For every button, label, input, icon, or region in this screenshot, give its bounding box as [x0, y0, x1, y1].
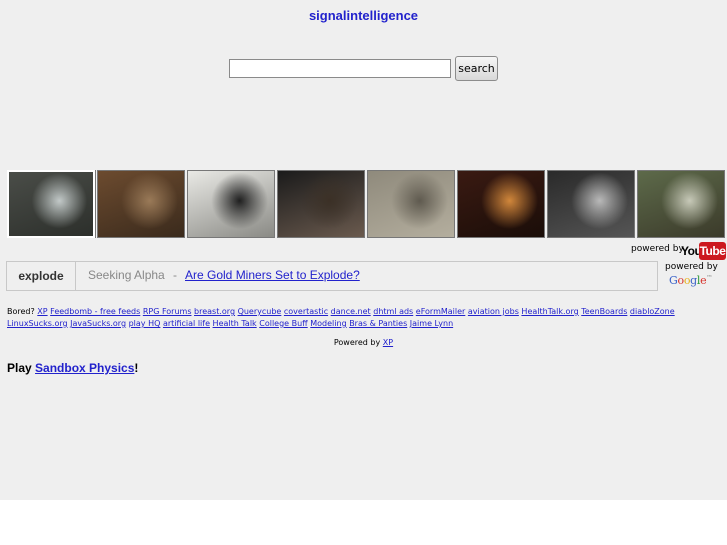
- video-thumbnail[interactable]: [277, 170, 365, 238]
- page-background: signalintelligence search powered by You…: [0, 0, 727, 500]
- news-separator: -: [173, 268, 177, 282]
- youtube-logo-icon[interactable]: You Tube: [680, 242, 726, 260]
- partner-link[interactable]: Jaime Lynn: [410, 319, 453, 328]
- play-prefix: Play: [7, 361, 32, 375]
- play-suffix: !: [134, 361, 139, 375]
- powered-by-xp: Powered by XP: [0, 338, 727, 347]
- google-logo-icon[interactable]: Google™: [669, 274, 712, 287]
- partner-link[interactable]: Modeling: [310, 319, 346, 328]
- links-prefix: Bored?: [7, 307, 35, 316]
- video-thumbnail-strip: [7, 170, 727, 238]
- partner-link[interactable]: dance.net: [331, 307, 371, 316]
- partner-link[interactable]: LinuxSucks.org: [7, 319, 68, 328]
- search-input[interactable]: [229, 59, 451, 78]
- news-headline-link[interactable]: Are Gold Miners Set to Explode?: [185, 262, 360, 289]
- partner-link[interactable]: RPG Forums: [143, 307, 192, 316]
- partner-link[interactable]: breast.org: [194, 307, 235, 316]
- search-button[interactable]: search: [455, 56, 498, 81]
- partner-link[interactable]: TeenBoards: [581, 307, 627, 316]
- powered-by-label: powered by: [665, 262, 718, 272]
- thumbnail-image: [9, 172, 93, 236]
- play-line: Play Sandbox Physics!: [7, 361, 138, 375]
- thumbnail-image: [98, 171, 184, 237]
- site-title[interactable]: signalintelligence: [0, 8, 727, 23]
- partner-link[interactable]: dhtml ads: [373, 307, 413, 316]
- partner-link[interactable]: Health Talk: [213, 319, 257, 328]
- xp-link[interactable]: XP: [383, 338, 393, 347]
- partner-link[interactable]: College Buff: [259, 319, 307, 328]
- partner-link[interactable]: play HQ: [129, 319, 161, 328]
- video-thumbnail[interactable]: [457, 170, 545, 238]
- partner-links: Bored? XP Feedbomb - free feeds RPG Foru…: [7, 306, 723, 330]
- thumbnail-image: [368, 171, 454, 237]
- news-ticker: explode Seeking Alpha - Are Gold Miners …: [6, 261, 658, 291]
- partner-link[interactable]: covertastic: [284, 307, 328, 316]
- partner-link[interactable]: Bras & Panties: [349, 319, 407, 328]
- news-source: Seeking Alpha: [88, 268, 165, 282]
- video-thumbnail[interactable]: [7, 170, 96, 238]
- partner-link[interactable]: Querycube: [238, 307, 282, 316]
- video-thumbnail[interactable]: [187, 170, 275, 238]
- thumbnail-image: [638, 171, 724, 237]
- thumbnail-image: [188, 171, 274, 237]
- partner-link[interactable]: eFormMailer: [416, 307, 466, 316]
- links-list: XP Feedbomb - free feeds RPG Forums brea…: [7, 307, 675, 328]
- partner-link[interactable]: JavaSucks.org: [70, 319, 126, 328]
- sandbox-physics-link[interactable]: Sandbox Physics: [35, 361, 134, 375]
- partner-link[interactable]: HealthTalk.org: [521, 307, 578, 316]
- video-thumbnail[interactable]: [367, 170, 455, 238]
- partner-link[interactable]: XP: [37, 307, 47, 316]
- thumbnail-image: [278, 171, 364, 237]
- thumbnail-image: [458, 171, 544, 237]
- video-thumbnail[interactable]: [547, 170, 635, 238]
- youtube-logo-tube: Tube: [699, 242, 726, 260]
- video-thumbnail[interactable]: [637, 170, 725, 238]
- powered-by-google: powered by Google™: [660, 262, 720, 292]
- partner-link[interactable]: diabloZone: [630, 307, 675, 316]
- news-keyword: explode: [7, 262, 76, 290]
- powered-by-youtube: powered by You Tube: [631, 242, 727, 260]
- video-thumbnail[interactable]: [97, 170, 185, 238]
- partner-link[interactable]: Feedbomb - free feeds: [50, 307, 140, 316]
- partner-link[interactable]: aviation jobs: [468, 307, 519, 316]
- thumbnail-image: [548, 171, 634, 237]
- partner-link[interactable]: artificial life: [163, 319, 210, 328]
- powered-by-label: powered by: [631, 244, 684, 254]
- powered-by-label: Powered by: [333, 338, 381, 347]
